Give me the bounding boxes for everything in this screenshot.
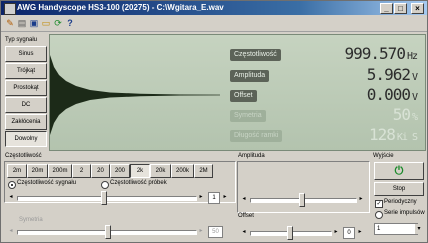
open-folder-icon[interactable]: ▭ [40,18,52,29]
symmetry-group-label: Symetria [19,217,43,223]
symmetry-slider-left-arrow[interactable]: ◂ [7,226,15,236]
offset-unit: V [411,92,418,103]
range-20m-button[interactable]: 20m [27,164,48,178]
minimize-button[interactable]: _ [380,3,393,14]
signal-triangle-button[interactable]: Trójkąt [5,63,47,79]
app-icon [4,3,16,15]
range-2-button[interactable]: 2 [72,164,91,178]
stop-button[interactable]: Stop [374,182,424,196]
range-2k-button[interactable]: 2k [130,164,150,178]
range-200-button[interactable]: 200 [110,164,130,178]
waveform-display: Częstotliwość 999.570 Hz Amplituda 5.962 V… [49,34,426,151]
amplitude-readout: 5.962 V [366,65,418,84]
frequency-spin-arrow[interactable]: ▸ [221,192,229,202]
series-radio-label: Serie impulsów [384,210,425,216]
range-200m-button[interactable]: 200m [48,164,72,178]
offset-readout: 0.000 V [366,85,418,104]
window-title: AWG Handyscope HS3-100 (20275) - C:\Wgit… [17,3,224,12]
signal-frequency-radio-label: Częstotliwość sygnału [17,180,77,186]
frame-length-readout-label: Długość ramki [230,130,283,142]
frequency-slider-track[interactable] [17,196,197,201]
amplitude-readout-label: Amplituda [230,70,270,82]
amplitude-slider-left-arrow[interactable]: ◂ [240,194,248,204]
sample-frequency-radio[interactable] [101,181,109,189]
symmetry-unit: % [411,112,418,123]
toolbar: ✎ ▤ ▣ ▭ ⟳ ? [1,15,427,32]
periodic-checkbox[interactable]: ✓ [375,200,383,208]
offset-slider-right-arrow[interactable]: ▸ [332,227,340,237]
periodic-checkbox-label: Periodyczny [384,199,417,205]
amplitude-group-label: Amplituda [238,153,265,159]
signal-arbitrary-button[interactable]: Dowolny [5,131,47,147]
amplitude-value: 5.962 [366,65,411,84]
amplitude-slider-thumb[interactable] [299,193,305,207]
range-20k-button[interactable]: 20k [150,164,171,178]
signal-frequency-radio[interactable] [8,181,16,189]
help-icon[interactable]: ? [64,18,76,29]
range-2m-button[interactable]: 2m [7,164,27,178]
frequency-slider-thumb[interactable] [101,191,107,205]
frame-length-value: 128 [369,125,396,144]
frequency-slider-left-arrow[interactable]: ◂ [7,192,15,202]
refresh-icon[interactable]: ⟳ [52,18,64,29]
frequency-unit: Hz [406,51,418,62]
power-icon: ⏻ [394,165,404,177]
title-bar: AWG Handyscope HS3-100 (20275) - C:\Wgit… [1,1,427,15]
offset-group-label: Offset [238,213,254,219]
signal-type-label: Typ sygnału [5,37,38,43]
print-icon[interactable]: ▤ [16,18,28,29]
symmetry-slider-right-arrow[interactable]: ▸ [197,226,205,236]
frame-length-unit: Ki S [396,132,418,143]
series-count-dropdown[interactable]: 1 [374,223,418,235]
offset-spin-box[interactable]: 0 [343,227,355,239]
symmetry-value: 50 [392,105,411,124]
output-power-button[interactable]: ⏻ [374,162,424,180]
symmetry-spin-box[interactable]: 50 [208,226,223,238]
frequency-spin-box[interactable]: 1 [208,192,220,204]
signal-noise-button[interactable]: Zakłócenia [5,114,47,130]
offset-value: 0.000 [366,85,411,104]
frame-length-readout: 128 Ki S [369,125,418,144]
offset-readout-label: Offset [230,90,257,102]
range-200k-button[interactable]: 200k [171,164,194,178]
amplitude-slider-right-arrow[interactable]: ▸ [357,194,365,204]
close-button[interactable]: × [411,3,424,14]
frequency-readout: 999.570 Hz [344,44,418,63]
symmetry-readout: 50% [392,105,418,124]
frequency-group-label: Częstotliwość [5,153,42,159]
frequency-value: 999.570 [344,44,406,63]
symmetry-slider-thumb[interactable] [105,225,111,239]
offset-slider-thumb[interactable] [287,226,293,240]
dropdown-arrow-icon[interactable]: ▾ [415,224,423,234]
app-window: AWG Handyscope HS3-100 (20275) - C:\Wgit… [0,0,428,243]
signal-dc-button[interactable]: DC [5,97,47,113]
symmetry-readout-label: Symetria [230,110,266,122]
save-icon[interactable]: ▣ [28,18,40,29]
frequency-slider-right-arrow[interactable]: ▸ [197,192,205,202]
signal-type-group: Typ sygnału Sinus Trójkąt Prostokąt DC Z… [4,37,48,147]
offset-spin-arrow[interactable]: ▸ [356,227,364,237]
sample-frequency-radio-label: Częstotliwość próbek [110,180,167,186]
range-2M-button[interactable]: 2M [194,164,213,178]
signal-sine-button[interactable]: Sinus [5,46,47,62]
signal-square-button[interactable]: Prostokąt [5,80,47,96]
frequency-readout-label: Częstotliwość [230,49,281,61]
output-group-label: Wyjście [373,153,394,159]
maximize-button[interactable]: □ [394,3,407,14]
new-file-icon[interactable]: ✎ [4,18,16,29]
range-20-button[interactable]: 20 [91,164,110,178]
amplitude-unit: V [411,72,418,83]
offset-slider-left-arrow[interactable]: ◂ [240,227,248,237]
series-radio[interactable] [375,211,383,219]
